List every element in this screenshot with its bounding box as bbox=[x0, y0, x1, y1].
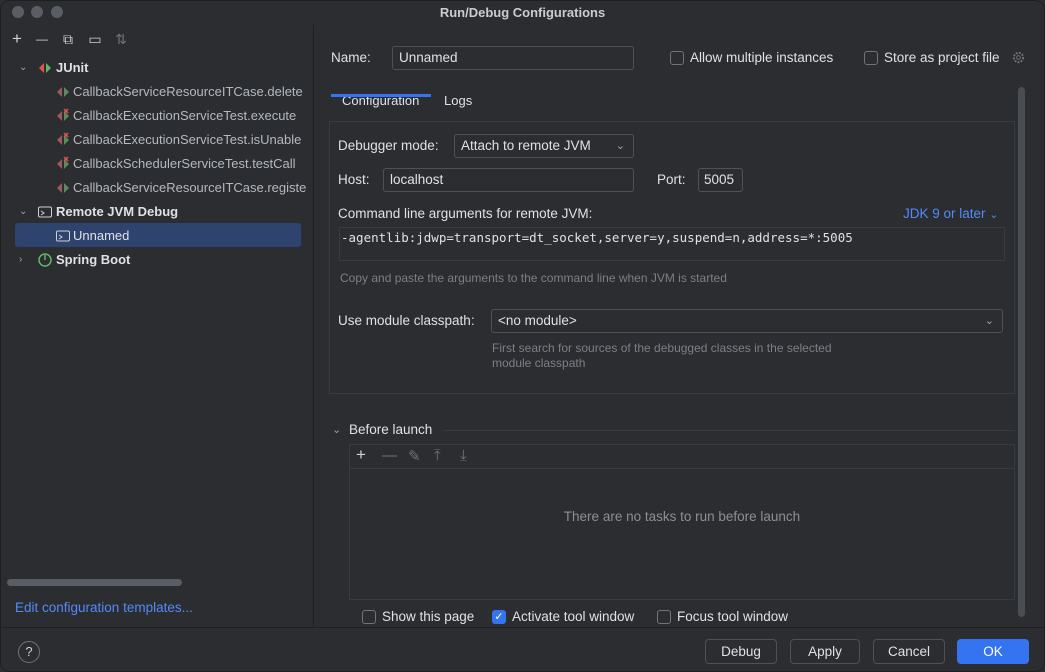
apply-button[interactable]: Apply bbox=[790, 639, 860, 664]
tree-item-junit-1[interactable]: CallbackExecutionServiceTest.execute bbox=[15, 104, 314, 127]
debug-button[interactable]: Debug bbox=[705, 639, 777, 664]
port-label: Port: bbox=[657, 172, 686, 187]
window-title: Run/Debug Configurations bbox=[439, 5, 606, 20]
chevron-down-icon[interactable]: ⌄ bbox=[19, 56, 27, 79]
focus-tool-checkbox[interactable] bbox=[657, 610, 671, 624]
chevron-down-icon: ⌄ bbox=[984, 315, 994, 327]
tab-logs[interactable]: Logs bbox=[444, 93, 472, 108]
tree-item-label: CallbackServiceResourceITCase.registe bbox=[73, 180, 307, 195]
divider bbox=[443, 430, 1015, 431]
port-input[interactable]: 5005 bbox=[698, 168, 743, 192]
tree-group-label: Spring Boot bbox=[56, 252, 131, 267]
tree-group-junit[interactable]: ⌄ JUnit bbox=[15, 56, 305, 79]
spring-boot-icon bbox=[38, 253, 52, 267]
move-down-icon[interactable]: ⤓ bbox=[460, 447, 467, 464]
activate-tool-label: Activate tool window bbox=[512, 609, 635, 624]
debugger-mode-value: Attach to remote JVM bbox=[461, 138, 591, 153]
configurations-sidebar: + — ⧉ ▭ ⇅ ⌄ JUnit CallbackServiceResourc… bbox=[1, 25, 314, 627]
show-page-checkbox[interactable] bbox=[362, 610, 376, 624]
junit-test-failed-icon bbox=[57, 132, 69, 145]
jdk-version-label: JDK 9 or later bbox=[903, 206, 986, 221]
add-icon[interactable]: + bbox=[8, 30, 26, 48]
cancel-button[interactable]: Cancel bbox=[873, 639, 945, 664]
activate-tool-checkbox[interactable]: ✓ bbox=[492, 610, 506, 624]
remove-icon[interactable]: — bbox=[33, 30, 51, 48]
show-page-label: Show this page bbox=[382, 609, 475, 624]
cmd-args-hint: Copy and paste the arguments to the comm… bbox=[340, 271, 727, 285]
move-up-icon[interactable]: ⤒ bbox=[434, 447, 441, 464]
help-button[interactable]: ? bbox=[18, 641, 40, 663]
cmd-args-field[interactable]: -agentlib:jdwp=transport=dt_socket,serve… bbox=[339, 227, 1005, 261]
chevron-right-icon[interactable]: › bbox=[19, 248, 22, 271]
name-input[interactable]: Unnamed bbox=[392, 46, 634, 70]
jdk-version-link[interactable]: JDK 9 or later ⌄ bbox=[903, 206, 999, 221]
tree-group-spring-boot[interactable]: › Spring Boot bbox=[15, 248, 305, 271]
tree-item-label: Unnamed bbox=[73, 228, 130, 243]
tree-item-junit-4[interactable]: CallbackServiceResourceITCase.registe bbox=[15, 176, 314, 199]
host-label: Host: bbox=[338, 172, 370, 187]
module-classpath-value: <no module> bbox=[498, 313, 577, 328]
add-task-icon[interactable]: + bbox=[356, 445, 366, 465]
ok-button[interactable]: OK bbox=[957, 639, 1029, 664]
module-classpath-select[interactable]: <no module> ⌄ bbox=[491, 309, 1003, 333]
module-hint-line-1: First search for sources of the debugged… bbox=[492, 341, 832, 355]
run-debug-dialog: Run/Debug Configurations + — ⧉ ▭ ⇅ ⌄ JUn… bbox=[0, 0, 1045, 672]
remote-debug-icon bbox=[56, 230, 70, 242]
chevron-down-icon[interactable]: ⌄ bbox=[332, 423, 341, 436]
vertical-scrollbar[interactable] bbox=[1018, 87, 1025, 617]
tree-item-junit-2[interactable]: CallbackExecutionServiceTest.isUnable bbox=[15, 128, 314, 151]
module-hint-line-2: module classpath bbox=[492, 356, 586, 370]
before-launch-label[interactable]: Before launch bbox=[349, 422, 432, 437]
before-launch-empty-text: There are no tasks to run before launch bbox=[563, 509, 801, 524]
allow-multiple-label: Allow multiple instances bbox=[690, 50, 834, 65]
edit-task-icon[interactable]: ✎ bbox=[408, 447, 421, 465]
titlebar: Run/Debug Configurations bbox=[1, 1, 1044, 25]
cmd-args-label: Command line arguments for remote JVM: bbox=[338, 206, 593, 221]
chevron-down-icon: ⌄ bbox=[615, 140, 625, 152]
gear-icon[interactable] bbox=[1011, 50, 1026, 65]
before-launch-panel: + — ✎ ⤒ ⤓ There are no tasks to run befo… bbox=[349, 444, 1015, 600]
name-label: Name: bbox=[331, 50, 371, 65]
tree-item-label: CallbackExecutionServiceTest.isUnable bbox=[73, 132, 302, 147]
sort-icon[interactable]: ⇅ bbox=[112, 30, 130, 48]
chevron-down-icon[interactable]: ⌄ bbox=[19, 200, 27, 223]
junit-test-icon bbox=[57, 183, 69, 193]
debugger-mode-label: Debugger mode: bbox=[338, 138, 439, 153]
tree-group-label: Remote JVM Debug bbox=[56, 204, 179, 219]
debugger-mode-select[interactable]: Attach to remote JVM ⌄ bbox=[454, 134, 634, 158]
remove-task-icon[interactable]: — bbox=[382, 447, 397, 464]
store-project-checkbox[interactable] bbox=[864, 51, 878, 65]
edit-templates-link[interactable]: Edit configuration templates... bbox=[15, 600, 193, 615]
folder-icon[interactable]: ▭ bbox=[86, 30, 104, 48]
before-launch-toolbar: + — ✎ ⤒ ⤓ bbox=[350, 445, 1014, 469]
junit-test-failed-icon bbox=[57, 108, 69, 121]
copy-icon[interactable]: ⧉ bbox=[59, 30, 77, 48]
tree-item-unnamed[interactable]: Unnamed bbox=[15, 224, 301, 247]
tree-item-label: CallbackSchedulerServiceTest.testCall bbox=[73, 156, 296, 171]
remote-debug-icon bbox=[38, 206, 52, 218]
chevron-down-icon: ⌄ bbox=[989, 209, 999, 221]
tree-item-junit-0[interactable]: CallbackServiceResourceITCase.delete bbox=[15, 80, 314, 103]
store-project-label: Store as project file bbox=[884, 50, 1000, 65]
module-classpath-label: Use module classpath: bbox=[338, 313, 475, 328]
tab-active-indicator bbox=[331, 94, 431, 97]
junit-icon bbox=[39, 63, 51, 73]
tree-group-label: JUnit bbox=[56, 60, 89, 75]
horizontal-scrollbar[interactable] bbox=[7, 579, 182, 586]
focus-tool-label: Focus tool window bbox=[677, 609, 789, 624]
tree-item-junit-3[interactable]: CallbackSchedulerServiceTest.testCall bbox=[15, 152, 314, 175]
junit-test-failed-icon bbox=[57, 156, 69, 169]
tree-item-label: CallbackServiceResourceITCase.delete bbox=[73, 84, 303, 99]
host-input[interactable]: localhost bbox=[383, 168, 634, 192]
junit-test-icon bbox=[57, 87, 69, 97]
tree-group-remote-jvm[interactable]: ⌄ Remote JVM Debug bbox=[15, 200, 305, 223]
allow-multiple-checkbox[interactable] bbox=[670, 51, 684, 65]
tree-item-label: CallbackExecutionServiceTest.execute bbox=[73, 108, 297, 123]
